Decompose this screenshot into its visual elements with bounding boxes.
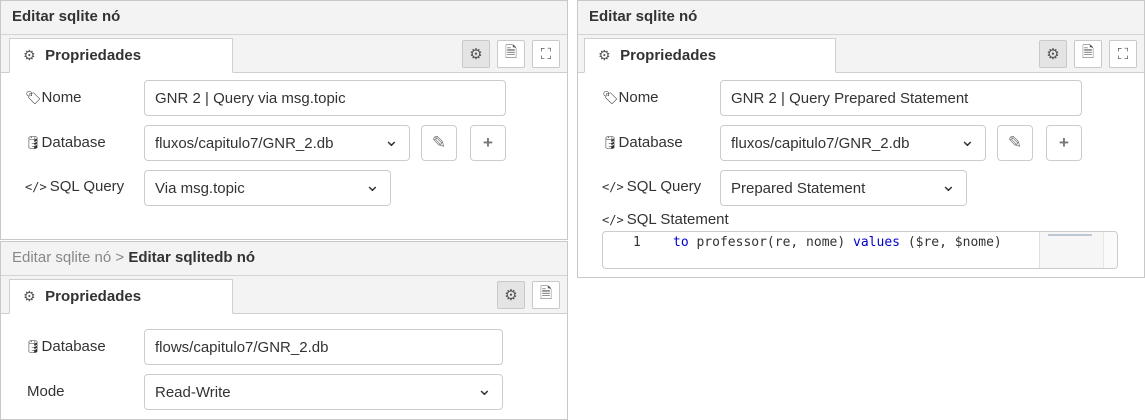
gear-icon: ⚙ bbox=[23, 288, 36, 304]
sql-query-select[interactable]: Prepared Statement bbox=[720, 170, 967, 206]
nome-label: 🏷Nome bbox=[602, 89, 659, 106]
nome-label: 🏷Nome bbox=[25, 89, 82, 106]
line-number: 1 bbox=[633, 235, 641, 250]
nome-input[interactable]: GNR 2 | Query via msg.topic bbox=[144, 80, 506, 116]
edit-sqlite-node-panel-left: Editar sqlite nó ⚙ Propriedades ⚙ 🗎 ⛶ 🏷N… bbox=[0, 0, 568, 240]
nome-input[interactable]: GNR 2 | Query Prepared Statement bbox=[720, 80, 1082, 116]
tab-label: Propriedades bbox=[45, 288, 142, 305]
database-label: 🛢Database bbox=[602, 134, 683, 151]
database-icon: 🛢 bbox=[602, 135, 619, 150]
add-database-button[interactable]: + bbox=[470, 125, 506, 161]
panel-title: Editar sqlitedb nó bbox=[128, 249, 256, 266]
settings-tab-button[interactable]: ⚙ bbox=[497, 281, 525, 309]
gear-icon: ⚙ bbox=[23, 47, 36, 63]
pencil-icon: ✎ bbox=[431, 133, 447, 152]
database-icon: 🛢 bbox=[25, 339, 42, 354]
gear-icon: ⚙ bbox=[1046, 46, 1060, 63]
description-tab-button[interactable]: 🗎 bbox=[497, 40, 525, 68]
sql-statement-label: </> SQL Statement bbox=[602, 211, 729, 228]
code-icon: </> bbox=[602, 213, 624, 227]
code-icon: </> bbox=[602, 180, 624, 194]
tab-properties[interactable]: ⚙ Propriedades bbox=[9, 38, 233, 73]
settings-tab-button[interactable]: ⚙ bbox=[1039, 40, 1067, 68]
pencil-icon: ✎ bbox=[1007, 133, 1023, 152]
sql-query-select[interactable]: Via msg.topic bbox=[144, 170, 391, 206]
tab-bar: ⚙ Propriedades ⚙ 🗎 bbox=[1, 276, 567, 314]
tab-bar: ⚙ Propriedades ⚙ 🗎 ⛶ bbox=[578, 35, 1144, 73]
database-label: 🛢Database bbox=[25, 134, 106, 151]
document-icon: 🗎 bbox=[1081, 43, 1095, 61]
breadcrumb-parent[interactable]: Editar sqlite nó bbox=[12, 249, 111, 266]
expand-icon: ⛶ bbox=[540, 45, 552, 63]
edit-sqlitedb-node-panel: Editar sqlite nó > Editar sqlitedb nó ⚙ … bbox=[0, 241, 568, 420]
expand-icon: ⛶ bbox=[1117, 45, 1129, 63]
panel-title: Editar sqlite nó bbox=[1, 1, 567, 35]
add-database-button[interactable]: + bbox=[1046, 125, 1082, 161]
mode-label: Mode bbox=[27, 383, 65, 400]
tab-bar: ⚙ Propriedades ⚙ 🗎 ⛶ bbox=[1, 35, 567, 73]
mode-select[interactable]: Read-Write bbox=[144, 374, 503, 410]
editor-minimap[interactable] bbox=[1039, 232, 1103, 268]
edit-database-button[interactable]: ✎ bbox=[997, 125, 1033, 161]
settings-tab-button[interactable]: ⚙ bbox=[462, 40, 490, 68]
tab-label: Propriedades bbox=[45, 47, 142, 64]
database-select[interactable]: fluxos/capitulo7/GNR_2.db bbox=[144, 125, 410, 161]
description-tab-button[interactable]: 🗎 bbox=[1074, 40, 1102, 68]
panel-title: Editar sqlite nó bbox=[578, 1, 1144, 35]
breadcrumb: Editar sqlite nó > Editar sqlitedb nó bbox=[1, 242, 567, 276]
tag-icon: 🏷 bbox=[602, 90, 619, 105]
gear-icon: ⚙ bbox=[504, 287, 518, 304]
sql-query-label: </> SQL Query bbox=[25, 178, 125, 195]
edit-sqlite-node-panel-right: Editar sqlite nó ⚙ Propriedades ⚙ 🗎 ⛶ 🏷N… bbox=[577, 0, 1145, 278]
tab-properties[interactable]: ⚙ Propriedades bbox=[9, 279, 233, 314]
database-icon: 🛢 bbox=[25, 135, 42, 150]
database-input[interactable]: flows/capitulo7/GNR_2.db bbox=[144, 329, 503, 365]
editor-scrollbar[interactable] bbox=[1103, 232, 1117, 268]
sql-statement-editor[interactable]: 1 to professor(re, nome) values ($re, $n… bbox=[602, 231, 1118, 269]
code-line: to professor(re, nome) values ($re, $nom… bbox=[673, 235, 1002, 250]
database-select[interactable]: fluxos/capitulo7/GNR_2.db bbox=[720, 125, 986, 161]
plus-icon: + bbox=[1059, 133, 1069, 152]
tab-properties[interactable]: ⚙ Propriedades bbox=[584, 38, 836, 73]
code-icon: </> bbox=[25, 180, 47, 194]
tab-label: Propriedades bbox=[620, 47, 717, 64]
gear-icon: ⚙ bbox=[598, 47, 611, 63]
document-icon: 🗎 bbox=[504, 43, 518, 61]
sql-query-label: </> SQL Query bbox=[602, 178, 702, 195]
appearance-tab-button[interactable]: ⛶ bbox=[532, 40, 560, 68]
plus-icon: + bbox=[483, 133, 493, 152]
description-tab-button[interactable]: 🗎 bbox=[532, 281, 560, 309]
appearance-tab-button[interactable]: ⛶ bbox=[1109, 40, 1137, 68]
database-label: 🛢Database bbox=[25, 338, 106, 355]
tag-icon: 🏷 bbox=[25, 90, 42, 105]
breadcrumb-separator: > bbox=[111, 249, 129, 266]
gear-icon: ⚙ bbox=[469, 46, 483, 63]
edit-database-button[interactable]: ✎ bbox=[421, 125, 457, 161]
document-icon: 🗎 bbox=[539, 284, 553, 302]
